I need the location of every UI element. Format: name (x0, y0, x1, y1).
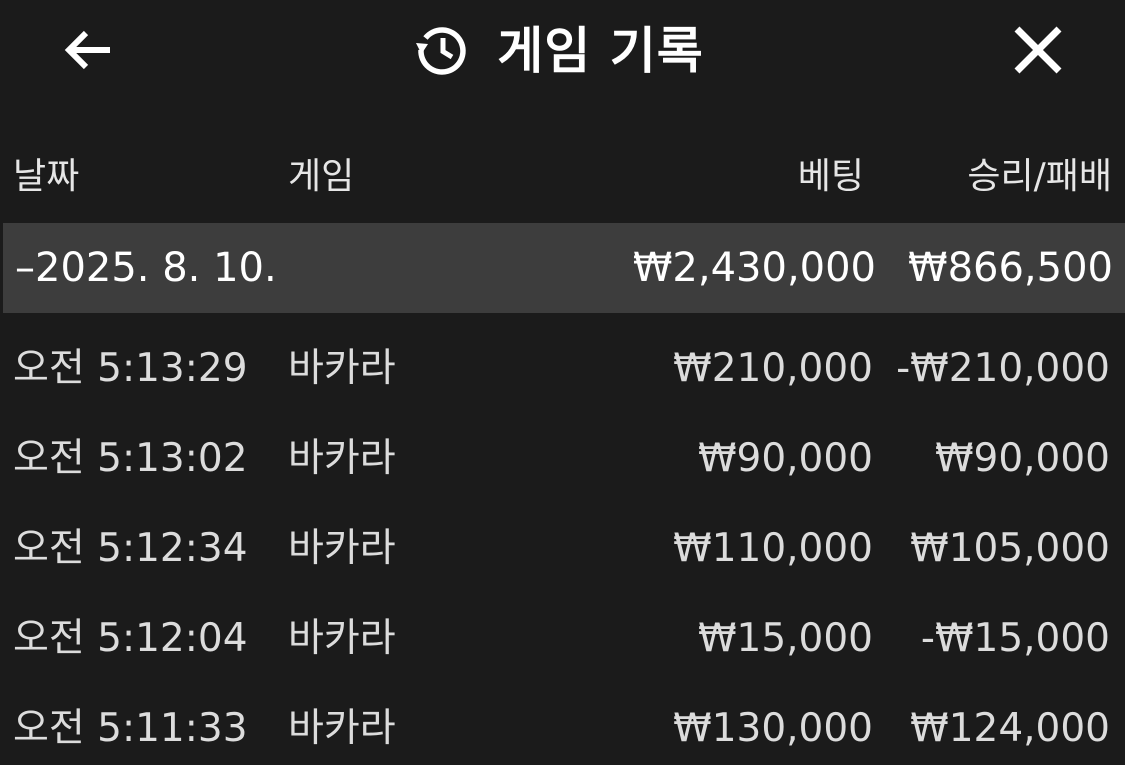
header-title-group: 게임 기록 (0, 0, 1125, 100)
row-bet: ₩90,000 (697, 436, 873, 481)
column-header-bet: 베팅 (797, 156, 864, 197)
row-game: 바카라 (288, 616, 396, 661)
date-group-label: –2025. 8. 10. (15, 245, 277, 291)
row-result: -₩210,000 (896, 346, 1110, 391)
date-group-row[interactable]: –2025. 8. 10. ₩2,430,000 ₩866,500 (3, 223, 1125, 313)
table-row[interactable]: 오전 5:12:34 바카라 ₩110,000 ₩105,000 (0, 502, 1125, 592)
column-header-row: 날짜 게임 베팅 승리/패배 (0, 132, 1125, 222)
table-row[interactable]: 오전 5:12:04 바카라 ₩15,000 -₩15,000 (0, 592, 1125, 682)
row-time: 오전 5:13:02 (13, 436, 248, 481)
column-header-date: 날짜 (13, 156, 80, 197)
row-time: 오전 5:12:34 (13, 526, 248, 571)
back-button[interactable] (58, 22, 118, 78)
table-row[interactable]: 오전 5:11:33 바카라 ₩130,000 ₩124,000 (0, 682, 1125, 765)
page-title: 게임 기록 (497, 22, 704, 80)
row-bet: ₩210,000 (673, 346, 873, 391)
history-icon (413, 21, 471, 79)
row-bet: ₩110,000 (673, 526, 873, 571)
row-result: ₩90,000 (934, 436, 1110, 481)
row-time: 오전 5:13:29 (13, 346, 248, 391)
row-game: 바카라 (288, 706, 396, 751)
column-header-result: 승리/패배 (967, 156, 1112, 197)
arrow-left-icon (64, 30, 110, 70)
row-game: 바카라 (288, 436, 396, 481)
table-row[interactable]: 오전 5:13:02 바카라 ₩90,000 ₩90,000 (0, 412, 1125, 502)
row-time: 오전 5:12:04 (13, 616, 248, 661)
date-group-bet-total: ₩2,430,000 (632, 245, 876, 291)
row-result: -₩15,000 (920, 616, 1110, 661)
row-game: 바카라 (288, 346, 396, 391)
row-game: 바카라 (288, 526, 396, 571)
row-result: ₩105,000 (910, 526, 1110, 571)
table-row[interactable]: 오전 5:13:29 바카라 ₩210,000 -₩210,000 (0, 322, 1125, 412)
close-icon (1014, 26, 1062, 74)
row-time: 오전 5:11:33 (13, 706, 248, 751)
row-result: ₩124,000 (910, 706, 1110, 751)
row-bet: ₩130,000 (673, 706, 873, 751)
date-group-result-total: ₩866,500 (908, 245, 1113, 291)
game-history-screen: 게임 기록 날짜 게임 베팅 승리/패배 –2025. 8. 10. ₩2,43… (0, 0, 1125, 765)
row-bet: ₩15,000 (697, 616, 873, 661)
close-button[interactable] (1005, 18, 1071, 82)
header-bar: 게임 기록 (0, 0, 1125, 100)
column-header-game: 게임 (288, 156, 355, 197)
